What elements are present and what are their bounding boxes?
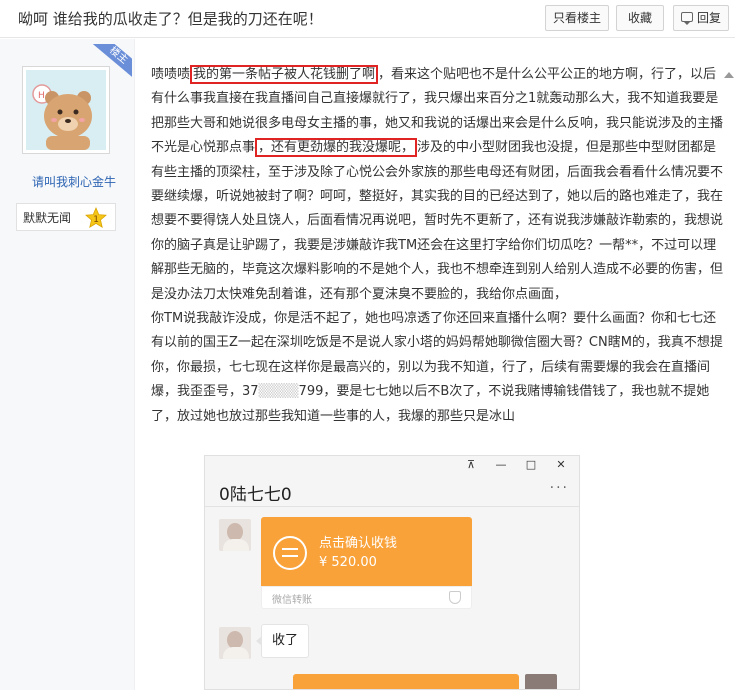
- reply-button[interactable]: 回复: [673, 5, 729, 31]
- transfer-source-label: 微信转账: [272, 595, 312, 606]
- author-avatar[interactable]: H: [22, 66, 110, 154]
- self-avatar: [525, 674, 557, 689]
- minimize-icon: —: [495, 458, 507, 471]
- level-label: 默默无闻: [23, 211, 72, 225]
- highlight-deleted-post: 我的第一条帖子被人花钱删了啊: [190, 65, 379, 84]
- more-icon: ···: [549, 480, 569, 496]
- close-icon: ✕: [556, 458, 566, 471]
- maximize-icon: □: [525, 458, 537, 471]
- transfer-action-text: 点击确认收钱: [319, 536, 398, 551]
- post-paragraph-1: 啧啧啧 我的第一条帖子被人花钱删了啊 ，看来这个贴吧也不是什么公平公正的地方啊，行了…: [151, 63, 727, 307]
- post-text-continued: 涉及的中小型财团我也没提，但是那些中型财团都是有些主播的顶梁柱，至于涉及除了心悦…: [151, 140, 724, 302]
- chat-divider: [205, 506, 579, 507]
- svg-text:1: 1: [93, 215, 99, 225]
- thread-header: 呦呵 谁给我的瓜收走了？但是我的刀还在呢！ 只看楼主 收藏 回复: [0, 0, 735, 38]
- window-controls: ⊼ — □ ✕: [449, 458, 569, 471]
- transfer-icon: [273, 536, 307, 570]
- reply-icon: [681, 12, 693, 25]
- contact-avatar: [219, 627, 251, 659]
- shield-icon: [449, 591, 461, 604]
- bear-avatar-image: H: [26, 70, 106, 150]
- scroll-up-arrow[interactable]: [724, 72, 734, 78]
- highlight-more-explosive: ，还有更劲爆的我没爆呢，: [255, 138, 418, 158]
- transfer-amount: ¥ 520.00: [319, 555, 377, 570]
- post-content: 啧啧啧 我的第一条帖子被人花钱删了啊 ，看来这个贴吧也不是什么公平公正的地方啊，行了…: [151, 63, 727, 429]
- star-icon: 1: [85, 206, 107, 229]
- level-badge[interactable]: 默默无闻 1: [16, 203, 116, 231]
- svg-text:H: H: [38, 91, 45, 101]
- contact-avatar: [219, 519, 251, 551]
- chat-contact-title: 0陆七七0: [219, 485, 292, 505]
- only-owner-button[interactable]: 只看楼主: [545, 5, 609, 31]
- reply-label: 回复: [696, 11, 721, 25]
- pin-icon: ⊼: [466, 458, 476, 471]
- redacted-number: ▒▒▒▒: [258, 384, 299, 400]
- post-paragraph-2: 你TM说我敲诈没成，你是活不起了，她也吗凉透了你还回来直播什么啊？要什么画面？你…: [151, 307, 727, 429]
- transfer-footer: 微信转账: [261, 586, 472, 609]
- thread-title: 呦呵 谁给我的瓜收走了？但是我的刀还在呢！: [18, 10, 323, 28]
- chat-message-bubble: 收了: [255, 624, 310, 658]
- favorite-button[interactable]: 收藏: [616, 5, 664, 31]
- author-name-link[interactable]: 请叫我刺心金牛: [14, 173, 134, 190]
- next-transfer-card: [293, 674, 519, 689]
- chat-screenshot-image: ⊼ — □ ✕ 0陆七七0 ··· 点击确认收钱 ¥ 520.00 微信转账 收了: [204, 455, 580, 690]
- post-text-prefix: 啧啧啧: [151, 67, 191, 82]
